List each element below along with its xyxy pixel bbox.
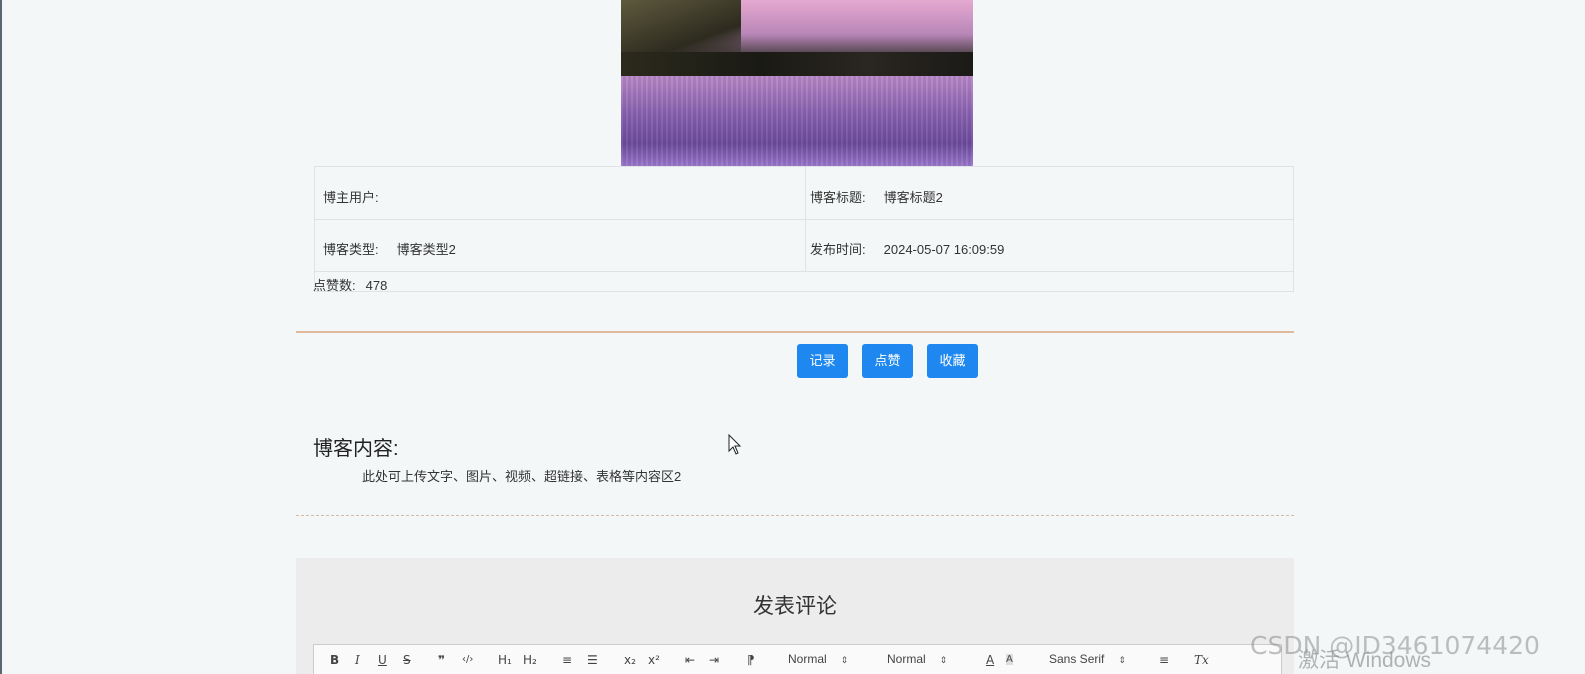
blockquote-button[interactable]: ❞ (438, 653, 445, 667)
title-value: 博客标题2 (883, 190, 943, 205)
h1-button[interactable]: H₁ (498, 653, 512, 667)
underline-button[interactable]: U (378, 653, 387, 667)
like-button[interactable]: 点赞 (862, 344, 913, 378)
author-label: 博主用户: (323, 190, 379, 205)
info-row (315, 220, 1293, 272)
code-block-button[interactable]: ‹/› (462, 654, 473, 665)
header-select[interactable]: Normal ⇕ (887, 652, 947, 666)
csdn-watermark: CSDN @ID3461074420 (1250, 631, 1540, 660)
time-cell: 发布时间: 2024-05-07 16:09:59 (810, 239, 1004, 258)
info-divider (805, 167, 806, 272)
author-cell: 博主用户: (323, 187, 397, 206)
italic-button[interactable]: I (355, 653, 360, 667)
favorite-button[interactable]: 收藏 (927, 344, 978, 378)
bullet-list-button[interactable]: ☰ (587, 653, 598, 667)
blog-cover-image (621, 0, 973, 166)
section-divider (296, 331, 1294, 333)
strike-button[interactable]: S (403, 653, 411, 667)
ordered-list-button[interactable]: ≡ (562, 653, 572, 667)
clean-format-button[interactable]: Tx (1194, 653, 1209, 667)
size-select-value: Normal (788, 652, 827, 666)
select-arrow-icon: ⇕ (1118, 655, 1126, 665)
type-cell: 博客类型: 博客类型2 (323, 239, 456, 258)
mouse-cursor-icon (728, 434, 742, 455)
blog-info-table: 博主用户: 博客标题: 博客标题2 博客类型: 博客类型2 发布时间: 2024-05… (313, 166, 1294, 294)
align-button[interactable]: ≡ (1159, 653, 1169, 667)
likes-label: 点赞数: (313, 278, 356, 293)
select-arrow-icon: ⇕ (840, 655, 849, 665)
select-arrow-icon: ⇕ (939, 655, 948, 665)
info-row (315, 167, 1293, 220)
h2-button[interactable]: H₂ (523, 653, 537, 667)
header-select-value: Normal (887, 652, 926, 666)
type-value: 博客类型2 (396, 242, 456, 257)
indent-button[interactable]: ⇥ (709, 653, 719, 667)
likes-cell: 点赞数: 478 (313, 275, 387, 294)
subscript-button[interactable]: x₂ (624, 653, 636, 667)
comment-heading: 发表评论 (753, 595, 837, 618)
bold-button[interactable]: B (330, 653, 339, 667)
outdent-button[interactable]: ⇤ (685, 653, 695, 667)
content-body: 此处可上传文字、图片、视频、超链接、表格等内容区2 (362, 469, 682, 484)
content-heading: 博客内容: (313, 438, 399, 460)
font-select[interactable]: Sans Serif ⇕ (1049, 652, 1126, 666)
title-cell: 博客标题: 博客标题2 (810, 187, 943, 206)
text-color-button[interactable]: A (986, 653, 994, 667)
background-color-button[interactable]: A (1006, 654, 1013, 665)
content-divider (296, 515, 1294, 516)
time-label: 发布时间: (810, 242, 866, 257)
text-direction-button[interactable]: ⁋ (747, 653, 755, 667)
font-select-value: Sans Serif (1049, 652, 1105, 666)
time-value: 2024-05-07 16:09:59 (883, 242, 1005, 257)
title-label: 博客标题: (810, 190, 866, 205)
editor-toolbar: B I U S ❞ ‹/› H₁ H₂ ≡ ☰ x₂ x² ⇤ ⇥ ⁋ Norm… (313, 644, 1282, 674)
record-button[interactable]: 记录 (797, 344, 848, 378)
size-select[interactable]: Normal ⇕ (788, 652, 848, 666)
type-label: 博客类型: (323, 242, 379, 257)
superscript-button[interactable]: x² (648, 653, 660, 667)
likes-value: 478 (365, 278, 388, 293)
window-left-edge (0, 0, 2, 674)
